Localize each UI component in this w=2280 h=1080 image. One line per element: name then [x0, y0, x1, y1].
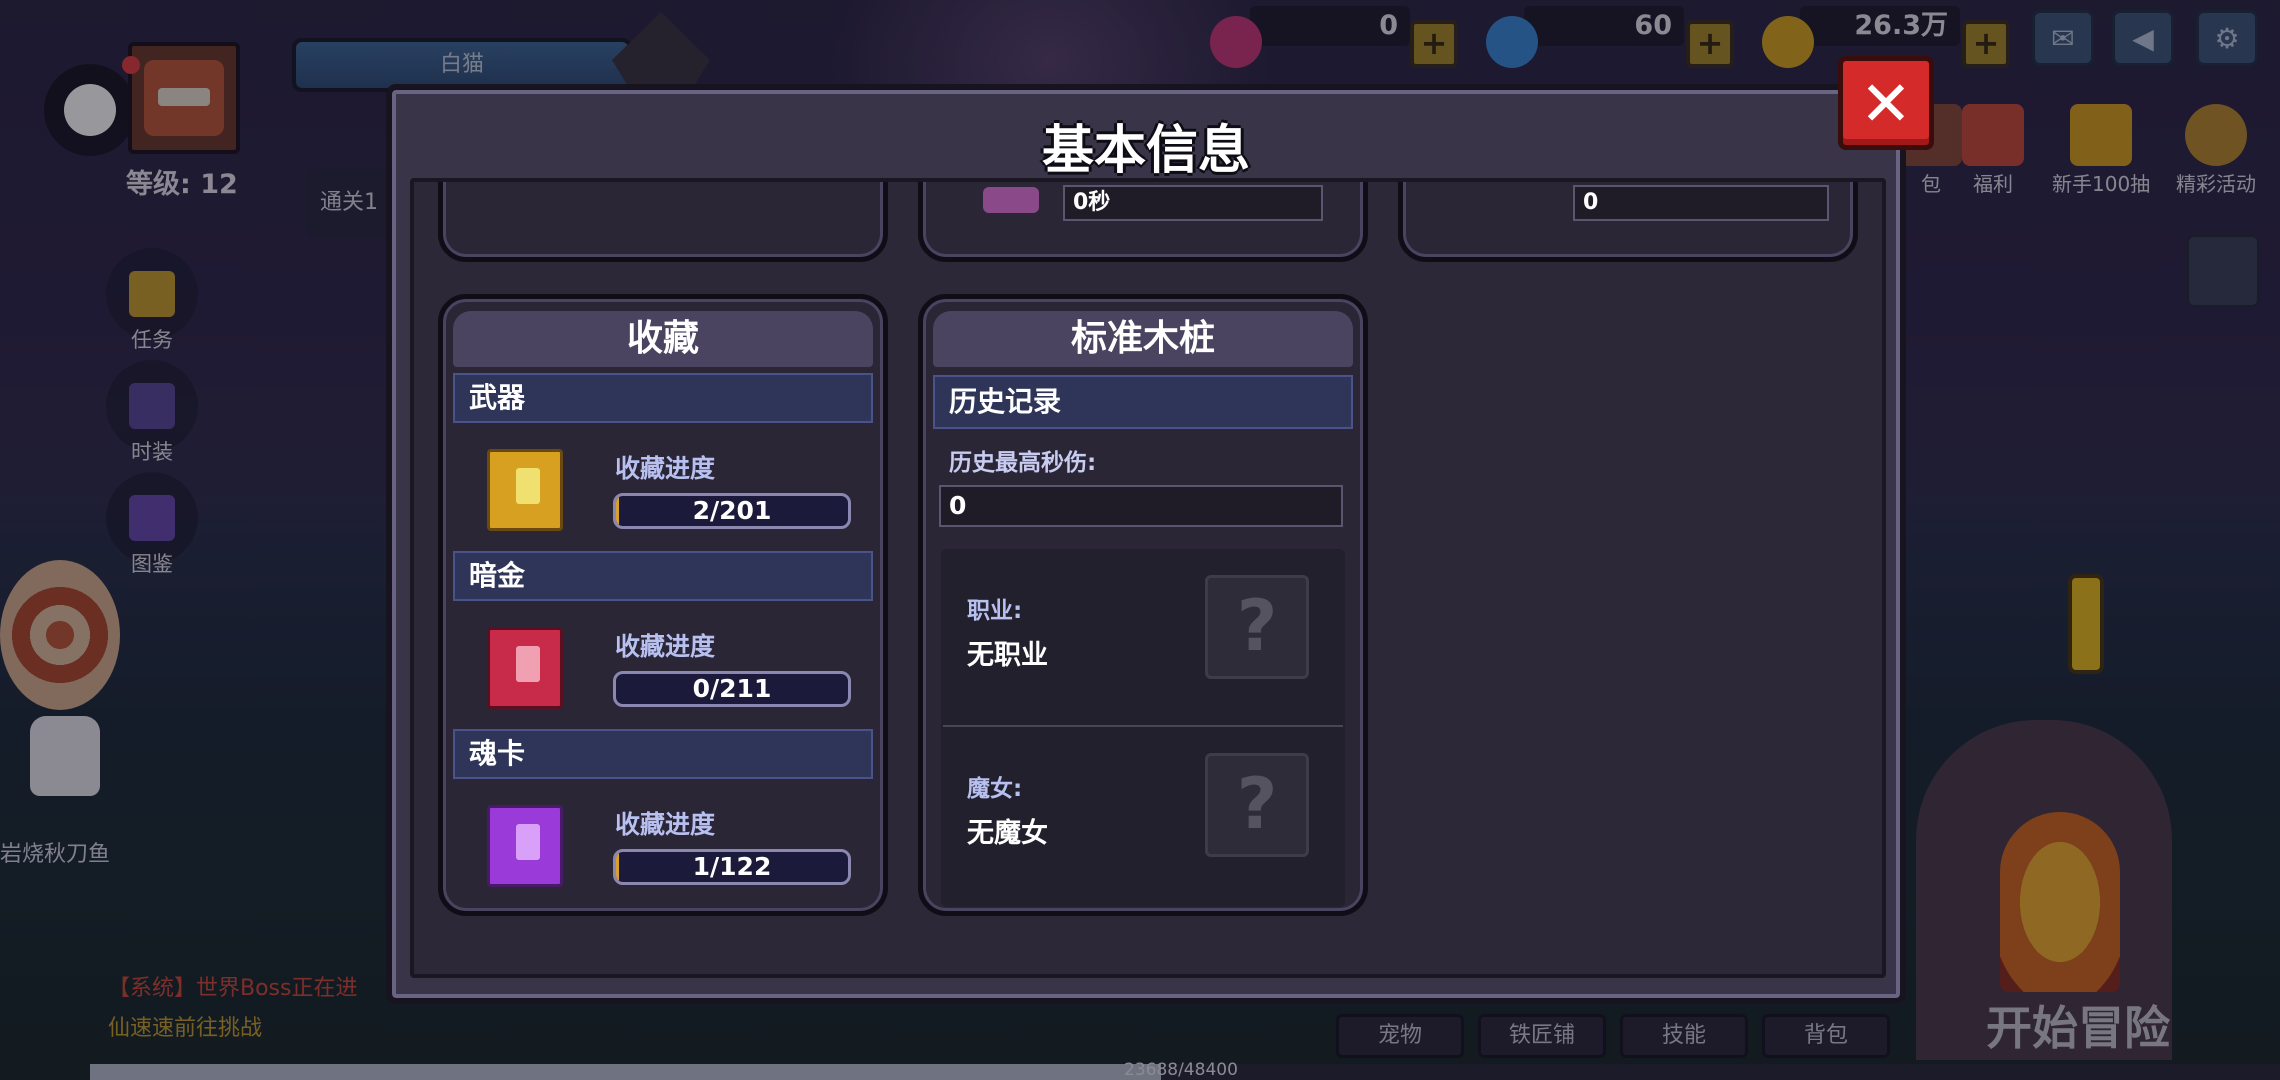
class-row: 职业: 无职业 ? [941, 549, 1345, 725]
soul-card-progress-bar: 1/122 [613, 849, 851, 885]
collection-panel: 收藏 武器 收藏进度 2/201 暗金 收藏进度 0/211 魂卡 收藏进度 1… [438, 294, 888, 916]
section-weapons: 武器 [453, 373, 873, 423]
unknown-class-icon[interactable]: ? [1205, 575, 1309, 679]
training-dummy-panel: 标准木桩 历史记录 历史最高秒伤: 0 职业: 无职业 ? 魔女: 无魔女 ? [918, 294, 1368, 916]
soul-card-book-icon [487, 805, 563, 887]
weapon-book-icon [487, 449, 563, 531]
stat-value-right: 0 [1573, 185, 1829, 221]
collection-title: 收藏 [453, 311, 873, 367]
dialog-title: 基本信息 [1041, 121, 1250, 181]
progress-label: 收藏进度 [615, 454, 716, 483]
progress-value: 1/122 [692, 852, 772, 881]
progress-value: 2/201 [692, 496, 772, 525]
progress-fill [616, 496, 620, 526]
witch-row: 魔女: 无魔女 ? [941, 727, 1345, 903]
weapon-progress-bar: 2/201 [613, 493, 851, 529]
dialog-scroll-area[interactable]: 0秒 0 收藏 武器 收藏进度 2/201 暗金 收藏进度 0/211 魂卡 收… [410, 178, 1886, 978]
progress-value: 0/211 [692, 674, 772, 703]
progress-fill [616, 852, 620, 882]
close-icon: ✕ [1860, 66, 1912, 140]
class-label: 职业: [967, 598, 1023, 624]
dummy-title: 标准木桩 [933, 311, 1353, 367]
max-dps-label: 历史最高秒伤: [949, 450, 1097, 476]
section-dark-gold: 暗金 [453, 551, 873, 601]
stat-value-time: 0秒 [1063, 185, 1323, 221]
progress-label: 收藏进度 [615, 632, 716, 661]
unknown-witch-icon[interactable]: ? [1205, 753, 1309, 857]
stats-panel-right: 0 [1398, 182, 1858, 262]
stat-icon [983, 187, 1039, 213]
section-soul-cards: 魂卡 [453, 729, 873, 779]
witch-value: 无魔女 [967, 818, 1048, 849]
progress-label: 收藏进度 [615, 810, 716, 839]
dark-gold-progress-bar: 0/211 [613, 671, 851, 707]
stats-panel-middle: 0秒 [918, 182, 1368, 262]
dark-gold-book-icon [487, 627, 563, 709]
dummy-info-card: 职业: 无职业 ? 魔女: 无魔女 ? [941, 549, 1345, 907]
history-section: 历史记录 [933, 375, 1353, 429]
class-value: 无职业 [967, 640, 1048, 671]
close-button[interactable]: ✕ [1838, 56, 1934, 150]
stats-panel-left [438, 182, 888, 262]
max-dps-value: 0 [939, 485, 1343, 527]
witch-label: 魔女: [967, 776, 1023, 802]
